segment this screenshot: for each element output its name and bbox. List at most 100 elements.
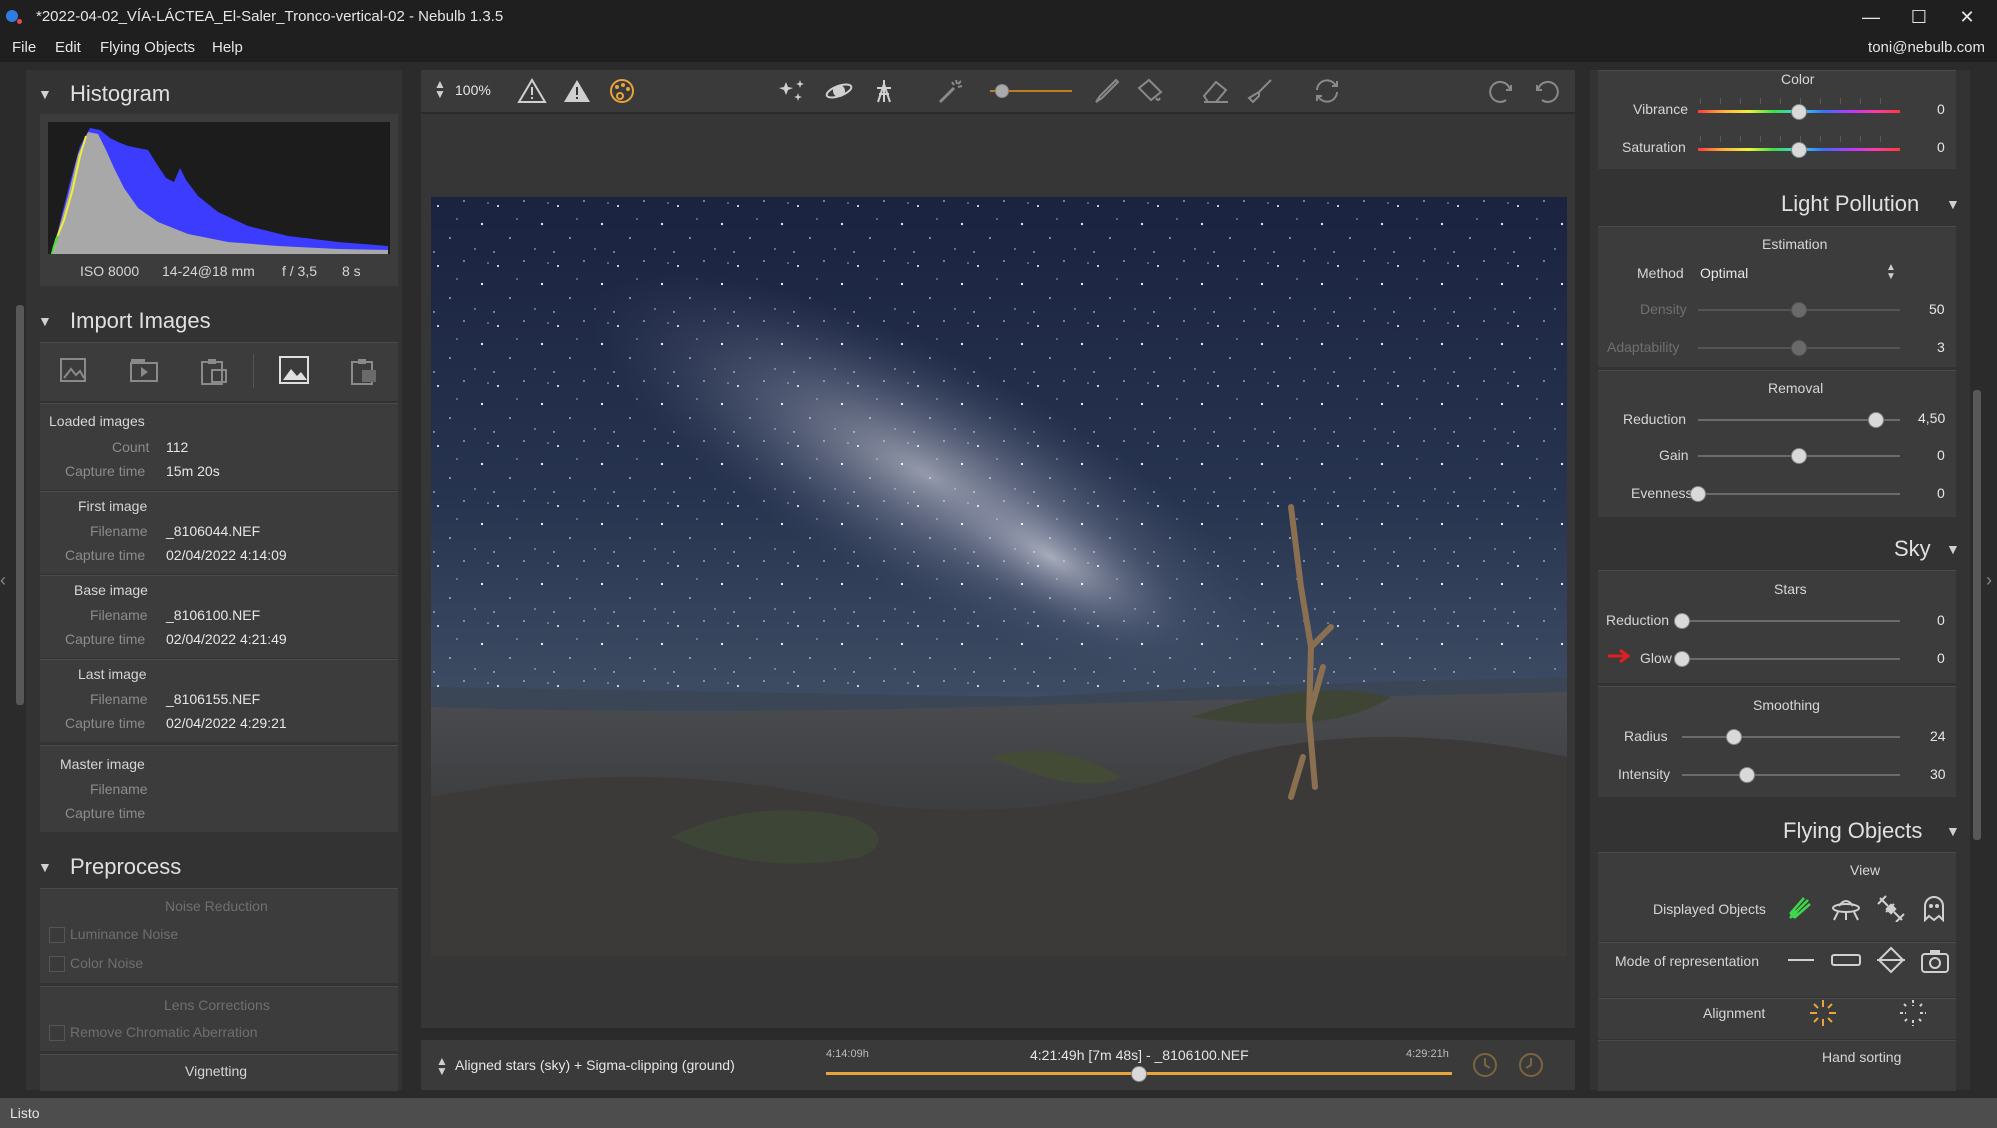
method-select[interactable]: Optimal [1700, 265, 1748, 281]
stack-mode-spinner-icon[interactable]: ▲ ▼ [436, 1055, 448, 1077]
histogram-exposure: 8 s [342, 263, 361, 279]
meteor-icon[interactable] [1786, 894, 1814, 922]
glow-knob[interactable] [1674, 651, 1690, 667]
menu-edit[interactable]: Edit [55, 39, 81, 56]
base-capture-label: Capture time [65, 631, 146, 647]
import-images-icon[interactable] [58, 356, 90, 386]
preprocess-collapse-icon[interactable]: ▼ [38, 859, 52, 875]
stars-tool-icon[interactable] [778, 78, 808, 104]
sky-segment-icon[interactable] [824, 78, 854, 104]
radius-track[interactable] [1682, 736, 1900, 738]
histogram-collapse-icon[interactable]: ▼ [38, 86, 52, 102]
refresh-icon[interactable] [1312, 78, 1342, 104]
satellite-icon[interactable] [1876, 894, 1906, 922]
brush-size-knob[interactable] [995, 84, 1009, 98]
gain-label: Gain [1659, 447, 1689, 463]
intensity-track[interactable] [1682, 774, 1900, 776]
sky-reduction-value: 0 [1937, 612, 1945, 628]
collapse-left-icon[interactable]: ‹ [0, 570, 6, 591]
align-burst-gray-icon[interactable] [1898, 998, 1928, 1028]
import-collapse-icon[interactable]: ▼ [38, 313, 52, 329]
clock-back-icon[interactable] [1470, 1050, 1500, 1080]
luminance-noise-checkbox[interactable] [49, 927, 65, 943]
last-filename-value: _8106155.NEF [166, 691, 261, 707]
sky-collapse-icon[interactable]: ▼ [1946, 541, 1960, 557]
adaptability-knob[interactable] [1791, 340, 1807, 356]
left-scrollbar[interactable] [16, 305, 24, 705]
broom-icon[interactable] [1245, 78, 1275, 104]
method-select-arrows-icon[interactable]: ▲ ▼ [1886, 263, 1896, 282]
ghost-icon[interactable] [1920, 894, 1948, 922]
maximize-button[interactable]: ☐ [1896, 2, 1942, 32]
lp-reduction-knob[interactable] [1867, 412, 1884, 428]
main-image[interactable] [431, 197, 1567, 956]
import-master-icon[interactable] [348, 356, 380, 386]
user-email[interactable]: toni@nebulb.com [1868, 39, 1985, 56]
density-knob[interactable] [1791, 302, 1807, 318]
glow-track[interactable] [1682, 658, 1900, 660]
line-mode-icon[interactable] [1786, 948, 1816, 972]
base-filename-value: _8106100.NEF [166, 607, 261, 623]
lp-reduction-value: 4,50 [1918, 410, 1946, 426]
evenness-value: 0 [1937, 485, 1945, 501]
collapse-right-icon[interactable]: › [1986, 570, 1992, 591]
zoom-level[interactable]: 100% [455, 82, 491, 98]
minimize-button[interactable]: — [1848, 2, 1894, 32]
camera-mode-icon[interactable] [1920, 946, 1950, 974]
clock-forward-icon[interactable] [1516, 1050, 1546, 1080]
stack-mode[interactable]: Aligned stars (sky) + Sigma-clipping (gr… [455, 1057, 735, 1073]
chromatic-aberration-checkbox[interactable] [49, 1025, 65, 1041]
vibrance-knob[interactable] [1791, 104, 1807, 120]
vignetting-heading: Vignetting [185, 1063, 248, 1079]
removal-heading: Removal [1768, 380, 1824, 396]
stars-heading: Stars [1774, 581, 1807, 597]
eraser-icon[interactable] [1200, 78, 1230, 104]
histogram-iso: ISO 8000 [80, 263, 140, 279]
import-video-icon[interactable] [128, 356, 160, 386]
saturation-knob[interactable] [1791, 142, 1807, 158]
warning-outline-icon[interactable] [517, 78, 547, 104]
right-scrollbar[interactable] [1973, 390, 1981, 840]
sky-title: Sky [1894, 536, 1931, 561]
light-pollution-collapse-icon[interactable]: ▼ [1946, 196, 1960, 212]
gain-knob[interactable] [1791, 448, 1807, 464]
menu-help[interactable]: Help [212, 39, 243, 56]
close-button[interactable]: ✕ [1944, 2, 1990, 32]
import-clipboard-icon[interactable] [198, 356, 230, 386]
undo-icon[interactable] [1532, 78, 1562, 104]
magic-wand-icon[interactable] [936, 78, 966, 104]
color-palette-icon[interactable] [607, 78, 637, 104]
diamond-mode-icon[interactable] [1876, 946, 1906, 974]
window-title: *2022-04-02_VÍA-LÁCTEA_El-Saler_Tronco-v… [36, 8, 504, 25]
import-base-image-icon[interactable] [277, 354, 311, 386]
evenness-track[interactable] [1698, 493, 1900, 495]
first-filename-value: _8106044.NEF [166, 523, 261, 539]
redo-icon[interactable] [1486, 78, 1516, 104]
loaded-images-heading: Loaded images [49, 413, 145, 429]
loaded-capture-value: 15m 20s [166, 463, 220, 479]
color-noise-checkbox[interactable] [49, 956, 65, 972]
align-burst-orange-icon[interactable] [1808, 998, 1838, 1028]
count-value: 112 [166, 439, 189, 455]
ufo-icon[interactable] [1830, 894, 1862, 922]
last-filename-label: Filename [90, 691, 148, 707]
sky-reduction-label: Reduction [1606, 612, 1670, 628]
menu-flying-objects[interactable]: Flying Objects [100, 39, 195, 56]
evenness-knob[interactable] [1690, 486, 1706, 502]
sky-reduction-track[interactable] [1682, 620, 1900, 622]
timeline-knob[interactable] [1131, 1066, 1147, 1082]
timeline-start: 4:14:09h [826, 1048, 869, 1060]
brush-icon[interactable] [1090, 78, 1120, 104]
zoom-spinner-icon[interactable]: ▲ ▼ [434, 78, 446, 100]
ground-tower-icon[interactable] [869, 78, 899, 104]
radius-value: 24 [1930, 728, 1946, 744]
fill-bucket-icon[interactable] [1134, 78, 1164, 104]
displayed-objects-label: Displayed Objects [1653, 901, 1766, 917]
warning-filled-icon[interactable] [562, 78, 592, 104]
flying-objects-collapse-icon[interactable]: ▼ [1946, 823, 1960, 839]
sky-reduction-knob[interactable] [1674, 613, 1690, 629]
box-mode-icon[interactable] [1830, 948, 1862, 972]
menu-file[interactable]: File [12, 39, 36, 56]
intensity-label: Intensity [1618, 766, 1671, 782]
light-pollution-title: Light Pollution [1781, 191, 1920, 216]
